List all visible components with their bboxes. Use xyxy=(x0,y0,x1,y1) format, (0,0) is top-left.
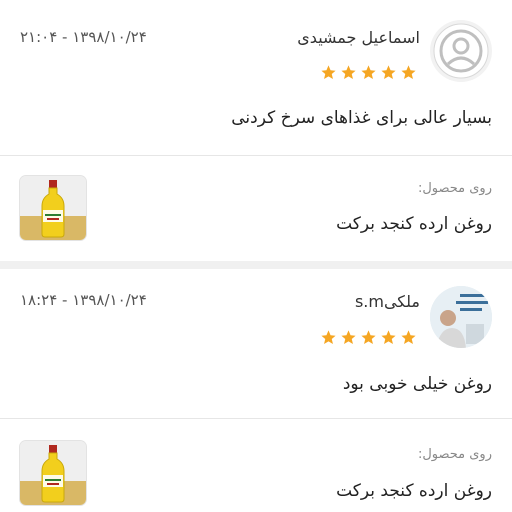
star-icon xyxy=(401,65,416,80)
oil-bottle-image xyxy=(20,176,86,240)
star-icon xyxy=(341,330,356,345)
review-comment: بسیار عالی برای غذاهای سرخ کردنی xyxy=(231,108,492,128)
product-thumbnail[interactable] xyxy=(20,176,86,240)
rating-stars xyxy=(320,64,417,81)
product-name[interactable]: روغن ارده کنجد برکت xyxy=(336,481,492,501)
review-item: اسماعیل جمشیدی ۱۳۹۸/۱۰/۲۴ - ۲۱:۰۴ بسیار … xyxy=(0,0,512,155)
star-icon xyxy=(361,65,376,80)
review-date: ۱۳۹۸/۱۰/۲۴ - ۱۸:۲۴ xyxy=(20,291,147,309)
product-thumbnail[interactable] xyxy=(20,441,86,505)
product-name[interactable]: روغن ارده کنجد برکت xyxy=(336,214,492,234)
star-icon xyxy=(381,330,396,345)
review-item: ملکیs.m ۱۳۹۸/۱۰/۲۴ - ۱۸:۲۴ روغن خیلی خوب… xyxy=(0,269,512,417)
product-label: روی محصول: xyxy=(417,181,492,196)
user-photo xyxy=(430,286,492,348)
oil-bottle-image xyxy=(20,441,86,505)
default-user-icon xyxy=(433,23,489,79)
reviewed-product[interactable]: روی محصول: روغن ارده کنجد برکت xyxy=(0,419,512,512)
product-label: روی محصول: xyxy=(417,447,492,462)
review-author: اسماعیل جمشیدی xyxy=(297,28,420,47)
star-icon xyxy=(401,330,416,345)
star-icon xyxy=(321,330,336,345)
review-date: ۱۳۹۸/۱۰/۲۴ - ۲۱:۰۴ xyxy=(20,28,147,46)
review-author: ملکیs.m xyxy=(354,292,420,311)
avatar[interactable] xyxy=(430,20,492,82)
star-icon xyxy=(321,65,336,80)
avatar[interactable] xyxy=(430,286,492,348)
section-separator xyxy=(0,261,512,269)
star-icon xyxy=(381,65,396,80)
reviewed-product[interactable]: روی محصول: روغن ارده کنجد برکت xyxy=(0,156,512,260)
review-comment: روغن خیلی خوبی بود xyxy=(342,374,492,394)
star-icon xyxy=(361,330,376,345)
star-icon xyxy=(341,65,356,80)
rating-stars xyxy=(320,329,417,346)
